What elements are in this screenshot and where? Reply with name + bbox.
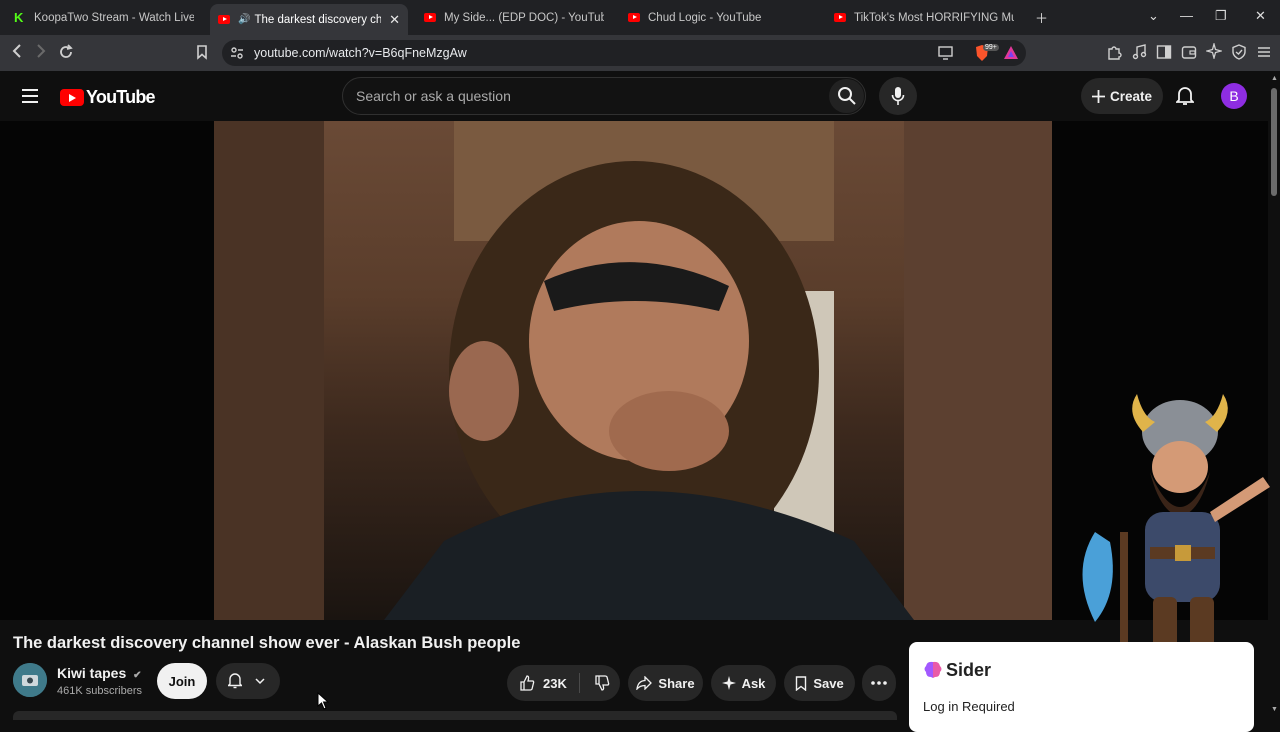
microphone-icon <box>891 87 905 105</box>
scroll-up-icon[interactable]: ▲ <box>1271 75 1278 82</box>
youtube-icon <box>218 15 230 24</box>
browser-tab-active-video[interactable]: 🔊 The darkest discovery channe ✕ <box>210 4 408 35</box>
create-label: Create <box>1109 88 1153 104</box>
share-button[interactable]: Share <box>628 665 703 701</box>
video-still-image <box>214 121 1052 620</box>
search-button[interactable] <box>829 79 864 113</box>
vpn-shield-icon[interactable] <box>1231 44 1247 60</box>
bell-icon <box>228 673 242 689</box>
tab-title: TikTok's Most HORRIFYING Mukbang <box>854 11 1014 24</box>
sider-brain-icon <box>923 660 943 680</box>
scrollbar-thumb[interactable] <box>1271 88 1277 196</box>
new-tab-button[interactable]: ＋ <box>1035 8 1048 27</box>
dislike-button[interactable] <box>594 675 610 691</box>
sider-login-required[interactable]: Log in Required <box>923 699 1015 714</box>
description-box-edge[interactable] <box>13 711 897 720</box>
cast-icon[interactable] <box>938 46 954 60</box>
like-dislike-group: 23K <box>507 665 620 701</box>
like-button[interactable]: 23K <box>519 675 567 691</box>
kick-icon: K <box>14 9 24 25</box>
sider-panel <box>909 642 1254 732</box>
share-icon <box>636 676 653 690</box>
site-settings-icon[interactable] <box>230 46 244 60</box>
minimize-button[interactable]: — <box>1180 8 1193 23</box>
brave-rewards-icon[interactable] <box>1003 45 1019 60</box>
save-label: Save <box>813 675 844 691</box>
channel-name-text[interactable]: Kiwi tapes <box>57 665 126 681</box>
video-title: The darkest discovery channel show ever … <box>13 634 521 652</box>
sidebar-toggle-icon[interactable] <box>1156 44 1172 60</box>
mouse-cursor-icon <box>317 692 329 710</box>
wallet-icon[interactable] <box>1181 44 1197 60</box>
more-actions-button[interactable] <box>862 665 896 701</box>
leo-ai-icon[interactable] <box>1206 43 1222 59</box>
channel-avatar[interactable] <box>13 663 47 697</box>
youtube-icon <box>424 13 436 22</box>
subscriber-count: 461K subscribers <box>57 685 142 697</box>
close-window-button[interactable]: ✕ <box>1255 8 1266 24</box>
chevron-down-icon <box>255 678 265 685</box>
like-divider <box>578 673 580 693</box>
tab-list-chevron-icon[interactable]: ⌄ <box>1148 8 1159 24</box>
search-icon <box>838 87 856 105</box>
like-count: 23K <box>543 675 567 691</box>
thumbs-up-icon <box>520 675 535 691</box>
notifications-bell-icon[interactable] <box>1176 86 1194 106</box>
back-icon[interactable] <box>10 43 24 59</box>
speaker-icon[interactable]: 🔊 <box>238 14 250 25</box>
media-controls-icon[interactable] <box>1131 44 1147 60</box>
sider-title: Sider <box>946 660 992 680</box>
shields-count-badge: 99+ <box>983 44 999 51</box>
browser-tab-koopatwo[interactable]: K KoopaTwo Stream - Watch Live on Ki <box>6 4 202 31</box>
browser-tab-edp-doc[interactable]: My Side... (EDP DOC) - YouTube <box>416 4 612 31</box>
scroll-down-icon[interactable]: ▼ <box>1271 706 1278 713</box>
ask-label: Ask <box>741 675 766 691</box>
verified-check-icon: ✔ <box>133 670 142 681</box>
share-label: Share <box>658 675 695 691</box>
youtube-icon <box>628 13 640 22</box>
forward-icon[interactable] <box>34 43 48 59</box>
more-dots-icon <box>871 681 887 685</box>
create-button[interactable]: Create <box>1081 78 1163 114</box>
join-button[interactable]: Join <box>157 663 207 699</box>
browser-menu-icon[interactable] <box>1256 44 1272 60</box>
browser-tab-chud-logic[interactable]: Chud Logic - YouTube <box>620 4 816 31</box>
maximize-button[interactable]: ❐ <box>1215 8 1227 24</box>
tab-title: KoopaTwo Stream - Watch Live on Ki <box>34 11 194 24</box>
sparkle-icon <box>721 676 736 690</box>
subscription-notifications-button[interactable] <box>216 663 280 699</box>
tab-title: Chud Logic - YouTube <box>648 11 762 24</box>
save-button[interactable]: Save <box>784 665 855 701</box>
close-tab-icon[interactable]: ✕ <box>389 12 400 28</box>
bookmark-icon[interactable] <box>195 44 209 60</box>
search-placeholder[interactable]: Search or ask a question <box>356 88 511 104</box>
tab-title: My Side... (EDP DOC) - YouTube <box>444 11 604 24</box>
youtube-icon <box>834 13 846 22</box>
url-text[interactable]: youtube.com/watch?v=B6qFneMzgAw <box>254 46 467 60</box>
youtube-logo[interactable]: YouTube <box>60 87 156 108</box>
guide-menu-icon[interactable] <box>21 87 39 105</box>
tab-title: The darkest discovery channe <box>254 13 382 26</box>
ask-button[interactable]: Ask <box>711 665 776 701</box>
reload-icon[interactable] <box>58 44 74 60</box>
extensions-icon[interactable] <box>1106 44 1122 60</box>
voice-search-button[interactable] <box>879 77 917 115</box>
youtube-wordmark: YouTube <box>86 87 156 107</box>
thumbs-down-icon <box>595 675 610 691</box>
save-bookmark-icon <box>796 675 807 691</box>
plus-icon <box>1091 89 1105 103</box>
channel-name[interactable]: Kiwi tapes ✔ <box>57 665 142 681</box>
video-frame[interactable] <box>214 121 1052 620</box>
youtube-play-icon <box>60 89 84 106</box>
account-avatar[interactable]: B <box>1221 83 1247 109</box>
browser-tab-tiktok-mukbang[interactable]: TikTok's Most HORRIFYING Mukbang <box>826 4 1022 31</box>
